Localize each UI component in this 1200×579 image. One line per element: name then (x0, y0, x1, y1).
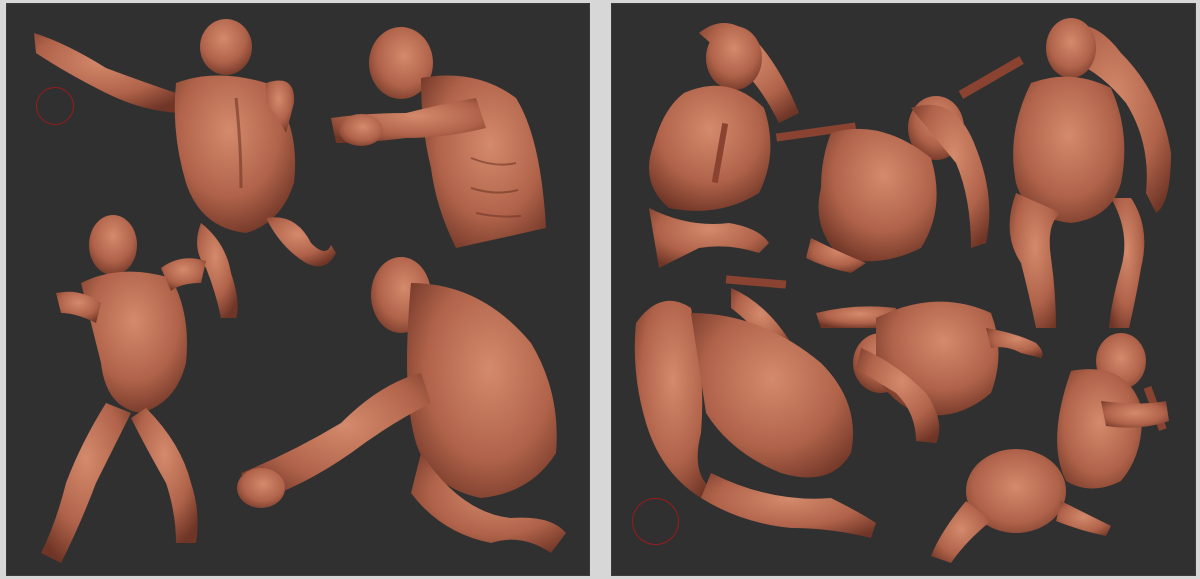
male-figure-crouch-punch (237, 257, 566, 553)
viewport-panel-male (6, 3, 590, 576)
viewport-panel-female (611, 3, 1196, 576)
image-frame (0, 0, 1200, 579)
male-figure-fighting-stance (41, 215, 206, 563)
female-figure-kneeling-back (931, 333, 1169, 563)
male-torso-punch (331, 27, 546, 248)
